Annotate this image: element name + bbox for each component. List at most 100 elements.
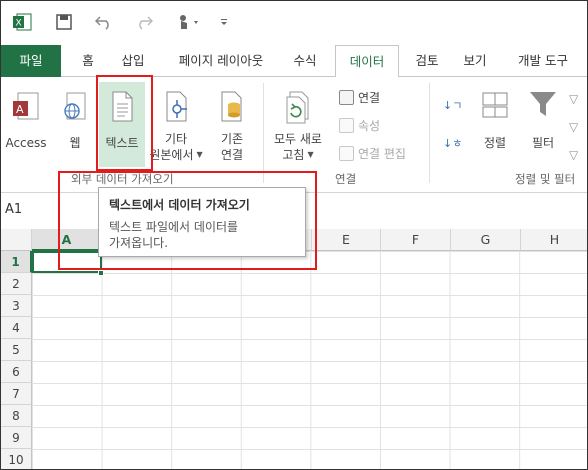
row-header[interactable]: 3: [1, 295, 32, 317]
active-cell-a1[interactable]: [32, 251, 102, 273]
sort-ascending-button[interactable]: ↓ㄱ: [443, 95, 462, 115]
properties-label: 속성: [358, 118, 381, 133]
row-header[interactable]: 9: [1, 427, 32, 449]
refresh-all-label-1: 모두 새로: [274, 132, 322, 146]
existing-connections-label-2: 연결: [220, 148, 244, 162]
group-label-sort-filter: 정렬 및 필터: [515, 172, 576, 186]
tooltip-line-2: 가져옵니다.: [109, 236, 169, 250]
undo-icon[interactable]: [93, 11, 115, 33]
tab-home[interactable]: 홈: [73, 45, 103, 77]
column-header[interactable]: G: [451, 229, 521, 251]
group-label-connections: 연결: [335, 172, 357, 186]
column-header[interactable]: F: [381, 229, 451, 251]
refresh-all-label-row: 고침 ▼: [267, 147, 329, 163]
excel-logo-icon[interactable]: X: [11, 11, 33, 33]
row-header[interactable]: 8: [1, 405, 32, 427]
tooltip-title: 텍스트에서 데이터 가져오기: [109, 198, 250, 212]
spreadsheet-grid: A B C D E F G H 1 2 3 4 5 6 7 8 9 10: [1, 229, 587, 469]
other-sources-icon: [161, 89, 191, 125]
clear-filter-button[interactable]: ▽: [569, 89, 578, 109]
advanced-filter-button[interactable]: ▽: [569, 145, 578, 165]
properties-icon: [339, 117, 354, 133]
sort-dialog-icon: [480, 89, 510, 119]
reapply-filter-icon: ▽: [569, 120, 579, 134]
web-label: 웹: [69, 136, 81, 150]
group-label-external-data: 외부 데이터 가져오기: [71, 172, 174, 186]
connections-icon: [339, 89, 354, 105]
sort-label: 정렬: [483, 136, 507, 150]
filter-label: 필터: [531, 136, 555, 150]
tooltip-line-1: 텍스트 파일에서 데이터를: [109, 220, 239, 234]
row-header[interactable]: 10: [1, 449, 32, 469]
access-label: Access: [5, 136, 47, 150]
chevron-down-icon: ▼: [196, 150, 203, 159]
tab-view[interactable]: 보기: [457, 45, 493, 77]
chevron-down-icon: ▼: [307, 150, 314, 159]
sort-descending-icon: ↓ㅎ: [443, 137, 463, 150]
cell-area[interactable]: [32, 251, 587, 469]
reapply-filter-button[interactable]: ▽: [569, 117, 578, 137]
tab-developer[interactable]: 개발 도구: [509, 45, 577, 77]
tab-data[interactable]: 데이터: [335, 45, 399, 78]
clear-filter-icon: ▽: [569, 92, 579, 106]
tab-formulas[interactable]: 수식: [287, 45, 323, 77]
excel-window: X 파일 홈 삽입 페이지 레이아웃 수식 데이터 검토 보기 개발 도구 A …: [0, 0, 588, 470]
row-header[interactable]: 5: [1, 339, 32, 361]
properties-button[interactable]: 속성: [339, 115, 380, 135]
svg-text:X: X: [16, 19, 22, 29]
select-all-corner[interactable]: [1, 229, 32, 251]
group-separator: [429, 83, 430, 183]
row-header[interactable]: 2: [1, 273, 32, 295]
refresh-icon: [282, 89, 314, 125]
refresh-all-button[interactable]: 모두 새로 고침 ▼: [267, 89, 329, 163]
customize-qat-icon[interactable]: [217, 11, 231, 33]
name-box[interactable]: A1: [5, 202, 22, 217]
svg-text:A: A: [16, 103, 24, 116]
access-button[interactable]: A Access: [5, 89, 47, 151]
tab-file[interactable]: 파일: [1, 45, 61, 77]
sort-ascending-icon: ↓ㄱ: [443, 99, 463, 112]
filter-funnel-icon: [528, 89, 558, 119]
column-header[interactable]: E: [312, 229, 381, 251]
refresh-all-label-2: 고침: [282, 148, 305, 162]
text-import-label: 텍스트: [105, 136, 139, 150]
column-header[interactable]: H: [521, 229, 587, 251]
web-button[interactable]: 웹: [55, 89, 95, 151]
row-header[interactable]: 7: [1, 383, 32, 405]
ribbon-data: A Access 웹 텍스트 기타 원본에서 ▼ 기존 연결 외부 데이터 가져…: [1, 77, 587, 193]
text-file-icon: [107, 89, 137, 125]
group-separator: [263, 83, 264, 183]
fill-handle[interactable]: [98, 270, 104, 276]
tab-insert[interactable]: 삽입: [115, 45, 151, 77]
access-icon: A: [10, 89, 42, 125]
tab-review[interactable]: 검토: [409, 45, 445, 77]
other-sources-label-row: 원본에서 ▼: [147, 147, 205, 163]
ribbon-tabs: 파일 홈 삽입 페이지 레이아웃 수식 데이터 검토 보기 개발 도구: [1, 45, 587, 78]
row-header[interactable]: 6: [1, 361, 32, 383]
other-sources-button[interactable]: 기타 원본에서 ▼: [147, 89, 205, 163]
redo-icon[interactable]: [133, 11, 155, 33]
sort-descending-button[interactable]: ↓ㅎ: [443, 133, 462, 153]
save-icon[interactable]: [53, 11, 75, 33]
touch-mode-icon[interactable]: [173, 11, 203, 33]
sort-button[interactable]: 정렬: [477, 89, 513, 151]
other-sources-label-2: 원본에서: [149, 148, 194, 162]
connections-button[interactable]: 연결: [339, 87, 380, 107]
row-header[interactable]: 4: [1, 317, 32, 339]
tooltip: 텍스트에서 데이터 가져오기 텍스트 파일에서 데이터를 가져옵니다.: [98, 187, 306, 257]
edit-links-button[interactable]: 연결 편집: [339, 143, 406, 163]
tab-page-layout[interactable]: 페이지 레이아웃: [169, 45, 273, 77]
other-sources-label-1: 기타: [164, 132, 188, 146]
advanced-filter-icon: ▽: [569, 148, 579, 162]
quick-access-toolbar: X: [1, 1, 587, 45]
web-globe-icon: [59, 89, 91, 125]
existing-connections-icon: [217, 89, 247, 125]
text-import-button[interactable]: 텍스트: [99, 89, 145, 151]
filter-button[interactable]: 필터: [525, 89, 561, 151]
row-header[interactable]: 1: [1, 251, 32, 273]
connections-label: 연결: [358, 90, 381, 105]
column-header[interactable]: A: [32, 229, 102, 251]
existing-connections-label-1: 기존: [220, 132, 244, 146]
existing-connections-button[interactable]: 기존 연결: [209, 89, 255, 163]
edit-links-icon: [339, 145, 354, 161]
